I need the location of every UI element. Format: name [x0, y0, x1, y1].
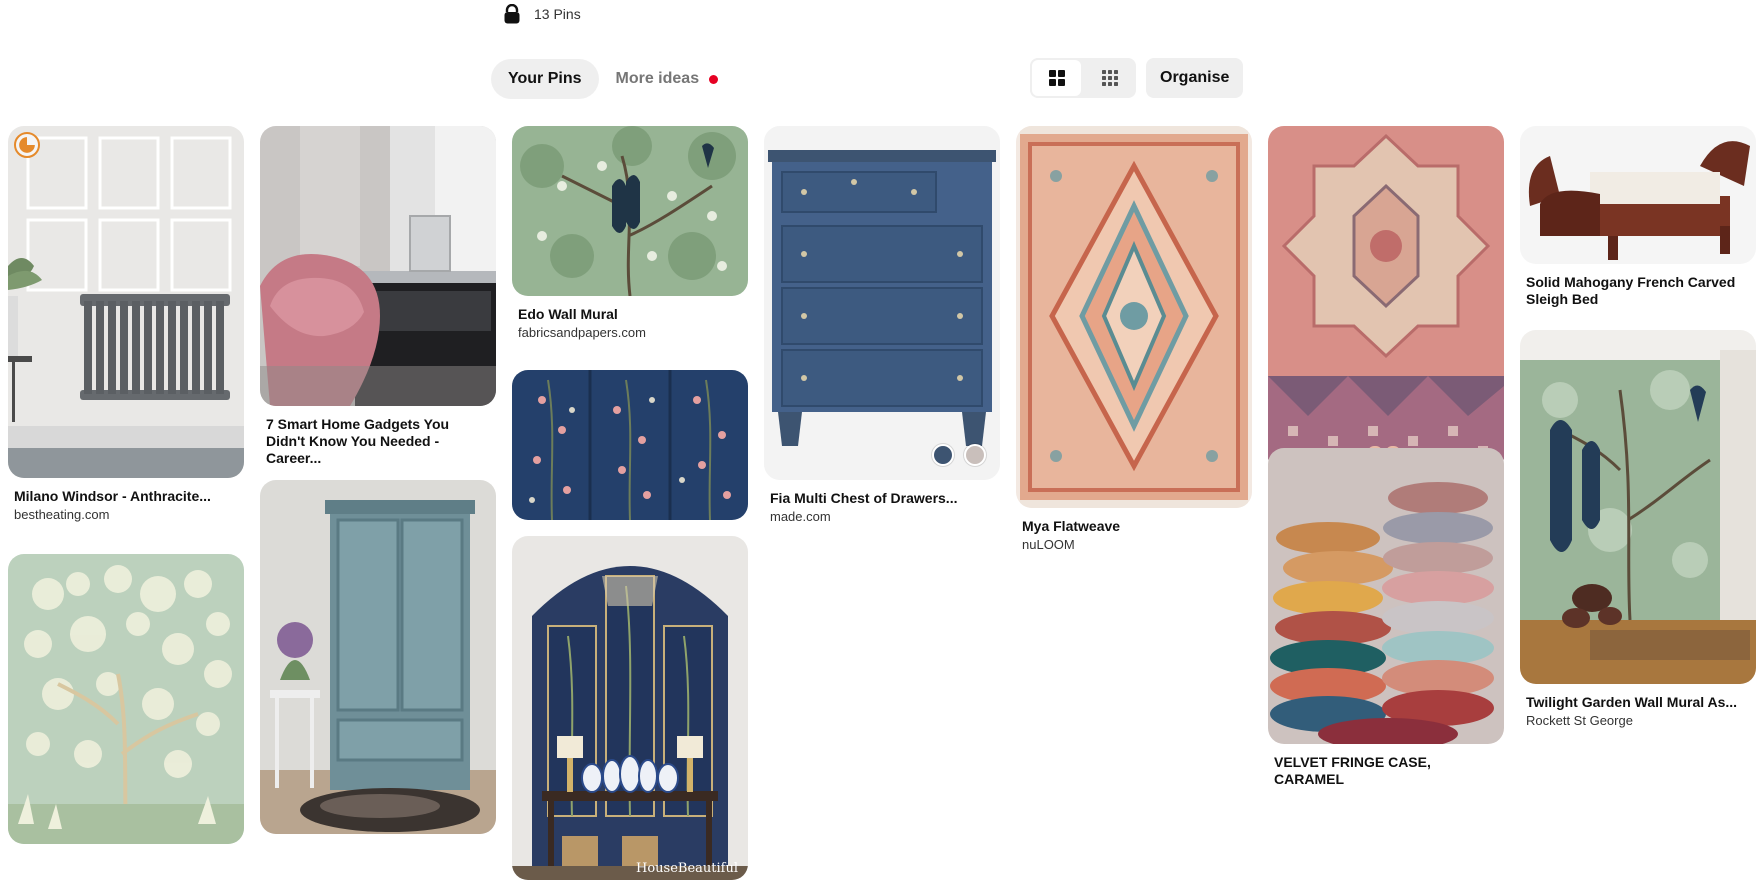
- tab-your-pins[interactable]: Your Pins: [491, 59, 599, 99]
- pin-card[interactable]: [1268, 126, 1504, 482]
- pin-image[interactable]: [1268, 126, 1504, 472]
- view-toggle: [1030, 58, 1136, 98]
- pin-title: Milano Windsor - Anthracite...: [14, 488, 211, 504]
- pin-title: 7 Smart Home Gadgets You Didn't Know You…: [266, 416, 450, 466]
- pin-card[interactable]: Solid Mahogany French Carved Sleigh Bed: [1520, 126, 1756, 308]
- pin-image[interactable]: [1016, 126, 1252, 508]
- pin-grid: Milano Windsor - Anthracite... bestheati…: [8, 126, 1764, 880]
- pin-image[interactable]: [1268, 448, 1504, 744]
- pin-image[interactable]: [260, 480, 496, 834]
- pin-source[interactable]: nuLOOM: [1016, 537, 1252, 553]
- pin-source[interactable]: made.com: [764, 509, 1000, 525]
- pin-card[interactable]: Fia Multi Chest of Drawers... made.com: [764, 126, 1000, 525]
- watermark-text: HouseBeautiful: [636, 861, 738, 876]
- pin-title: Twilight Garden Wall Mural As...: [1526, 694, 1738, 710]
- grid-default-icon: [1048, 70, 1065, 86]
- pin-source[interactable]: Rockett St George: [1520, 713, 1756, 729]
- pin-card[interactable]: HouseBeautiful: [512, 536, 748, 880]
- board-toolbar: Organise: [1030, 58, 1244, 98]
- lock-icon: [504, 4, 520, 24]
- pin-card[interactable]: [512, 370, 748, 520]
- pin-image[interactable]: [764, 126, 1000, 480]
- pin-image[interactable]: [1520, 330, 1756, 684]
- pin-card[interactable]: 7 Smart Home Gadgets You Didn't Know You…: [260, 126, 496, 467]
- tab-more-ideas[interactable]: More ideas: [599, 59, 736, 99]
- pin-source[interactable]: bestheating.com: [8, 507, 244, 523]
- pin-card[interactable]: Milano Windsor - Anthracite... bestheati…: [8, 126, 244, 523]
- pin-image[interactable]: [1520, 126, 1756, 264]
- pin-image[interactable]: [260, 126, 496, 406]
- color-swatches: [932, 444, 986, 466]
- profile-badge-icon: [14, 132, 40, 158]
- pin-image[interactable]: [8, 554, 244, 844]
- pin-card[interactable]: VELVET FRINGE CASE, CARAMEL: [1268, 448, 1504, 788]
- pin-title: VELVET FRINGE CASE, CARAMEL: [1274, 754, 1431, 787]
- default-view-button[interactable]: [1030, 58, 1083, 98]
- board-meta: 13 Pins: [503, 4, 581, 24]
- pin-card[interactable]: [260, 480, 496, 834]
- pin-image[interactable]: [512, 126, 748, 296]
- pin-title: Solid Mahogany French Carved Sleigh Bed: [1526, 274, 1736, 307]
- pin-title: Edo Wall Mural: [518, 306, 618, 322]
- pin-card[interactable]: Twilight Garden Wall Mural As... Rockett…: [1520, 330, 1756, 729]
- swatch-option[interactable]: [964, 444, 986, 466]
- tab-your-pins-label: Your Pins: [508, 70, 582, 87]
- board-tabs: Your Pins More ideas: [491, 59, 735, 99]
- pin-title: Fia Multi Chest of Drawers...: [770, 490, 958, 506]
- pin-count: 13 Pins: [534, 6, 581, 22]
- grid-compact-icon: [1101, 70, 1118, 86]
- pin-source[interactable]: fabricsandpapers.com: [512, 325, 748, 341]
- pin-card[interactable]: [8, 554, 244, 854]
- pin-card[interactable]: Mya Flatweave nuLOOM: [1016, 126, 1252, 553]
- pin-card[interactable]: Edo Wall Mural fabricsandpapers.com: [512, 126, 748, 341]
- organise-label: Organise: [1160, 69, 1230, 86]
- pin-image[interactable]: HouseBeautiful: [512, 536, 748, 880]
- pin-title: Mya Flatweave: [1022, 518, 1121, 534]
- pin-image[interactable]: [512, 370, 748, 520]
- organise-button[interactable]: Organise: [1146, 58, 1244, 98]
- tab-more-ideas-label: More ideas: [615, 70, 700, 87]
- compact-view-button[interactable]: [1083, 58, 1136, 98]
- swatch-option[interactable]: [932, 444, 954, 466]
- pin-image[interactable]: [8, 126, 244, 478]
- notification-dot: [709, 74, 719, 84]
